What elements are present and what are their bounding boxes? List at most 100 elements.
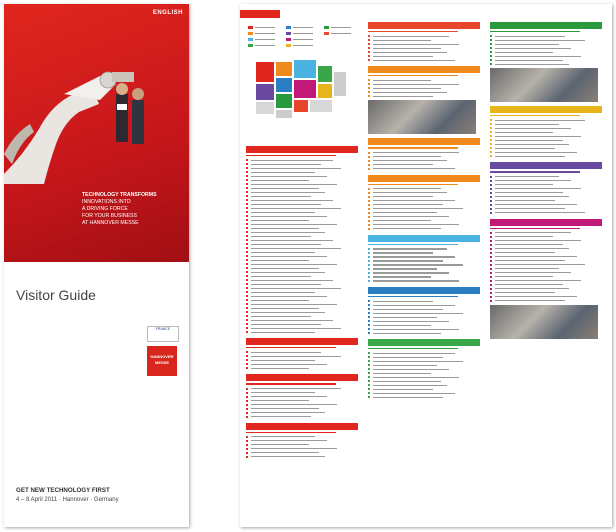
listing-text-line xyxy=(495,51,553,53)
listing-text-line xyxy=(495,256,577,258)
listing-text-line xyxy=(251,187,319,189)
listing-text-line xyxy=(373,188,441,190)
section-photo xyxy=(490,304,598,339)
listing-text-line xyxy=(373,47,441,49)
bullet-icon xyxy=(368,368,370,371)
listing-section xyxy=(490,106,602,158)
listing-text-line xyxy=(495,191,563,194)
listing-text-line xyxy=(251,307,319,309)
listing-text-line xyxy=(251,315,311,317)
bullet-icon xyxy=(490,131,492,134)
bullet-icon xyxy=(368,203,370,206)
bullet-icon xyxy=(490,275,492,278)
listing-text-line xyxy=(251,275,311,277)
bullet-icon xyxy=(368,255,370,258)
listing-text-line xyxy=(373,360,463,362)
listing-text-line xyxy=(495,59,563,61)
section-subtitle-line xyxy=(368,243,458,245)
bullet-icon xyxy=(246,211,248,214)
listing-text-line xyxy=(251,251,315,253)
listing-text-line xyxy=(373,268,437,270)
listing-text-line xyxy=(251,363,327,365)
bullet-icon xyxy=(246,323,248,326)
listing-text-line xyxy=(373,159,447,162)
listing-text-line xyxy=(495,35,565,37)
bullet-icon xyxy=(368,316,370,319)
bullet-icon xyxy=(368,83,370,86)
listing-text-line xyxy=(251,223,337,225)
bullet-icon xyxy=(490,175,492,178)
bullet-icon xyxy=(246,187,248,190)
bullet-icon xyxy=(490,199,492,202)
listing-text-line xyxy=(251,191,325,193)
section-photo xyxy=(490,68,598,103)
listing-text-line xyxy=(373,372,431,374)
listing-text-line xyxy=(495,147,555,149)
listing-text-line xyxy=(373,192,447,194)
event-dates: 4 – 8 April 2011 · Hannover · Germany xyxy=(16,497,119,503)
listing-text-line xyxy=(251,255,327,257)
bullet-icon xyxy=(246,331,248,334)
section-header-bar xyxy=(246,338,358,346)
bullet-icon xyxy=(490,135,492,138)
listing-section xyxy=(368,234,480,283)
section-column-3 xyxy=(490,22,602,343)
section-subtitle-line xyxy=(246,347,336,349)
hall-plan-tab xyxy=(240,10,280,18)
bullet-icon xyxy=(490,187,492,190)
bullet-icon xyxy=(246,223,248,226)
listing-text-line xyxy=(495,260,565,262)
bullet-icon xyxy=(368,91,370,94)
listing-text-line xyxy=(373,256,455,258)
bullet-icon xyxy=(246,411,248,414)
listing-text-line xyxy=(251,299,309,301)
bullet-icon xyxy=(368,195,370,198)
cover-red-panel: ENGLISH TECHNOLOGY TRANSFORMS INNOVATION… xyxy=(4,4,189,262)
cover-title: Visitor Guide xyxy=(16,287,96,303)
listing-text-line xyxy=(495,175,559,178)
listing-section xyxy=(490,218,602,339)
section-header-bar xyxy=(490,162,602,170)
bullet-icon xyxy=(490,243,492,246)
bullet-icon xyxy=(246,367,248,370)
partner-country-label: FRANCE xyxy=(155,327,171,331)
listing-text-line xyxy=(373,39,431,41)
bullet-icon xyxy=(246,355,248,358)
bullet-icon xyxy=(368,320,370,323)
bullet-icon xyxy=(368,396,370,399)
listing-section xyxy=(368,22,480,62)
listing-text-line xyxy=(495,135,581,137)
listing-text-line xyxy=(495,276,553,278)
bullet-icon xyxy=(368,207,370,210)
listing-text-line xyxy=(495,292,555,294)
listing-text-line xyxy=(373,276,431,278)
listing-text-line xyxy=(251,167,341,169)
bullet-icon xyxy=(246,175,248,178)
bullet-icon xyxy=(246,315,248,318)
listing-text-line xyxy=(495,143,569,145)
bullet-icon xyxy=(490,207,492,210)
listing-text-line xyxy=(251,323,321,325)
listing-text-line xyxy=(251,287,341,289)
listing-text-line xyxy=(373,300,433,302)
bullet-icon xyxy=(368,392,370,395)
listing-text-line xyxy=(251,231,325,233)
listing-text-line xyxy=(495,55,581,57)
bullet-icon xyxy=(368,155,370,158)
section-header-bar xyxy=(368,22,480,29)
bullet-icon xyxy=(246,279,248,282)
bullet-icon xyxy=(368,95,370,98)
bullet-icon xyxy=(246,447,248,450)
bullet-icon xyxy=(490,55,492,58)
listing-text-line xyxy=(373,260,443,262)
bullet-icon xyxy=(368,304,370,307)
bullet-icon xyxy=(368,187,370,190)
listing-section xyxy=(490,22,602,103)
listing-text-line xyxy=(251,411,325,414)
bullet-icon xyxy=(246,227,248,230)
language-label: ENGLISH xyxy=(152,10,183,16)
section-column-1 xyxy=(246,146,358,463)
listing-text-line xyxy=(373,224,459,226)
listing-text-line xyxy=(251,367,309,369)
bullet-icon xyxy=(490,147,492,150)
